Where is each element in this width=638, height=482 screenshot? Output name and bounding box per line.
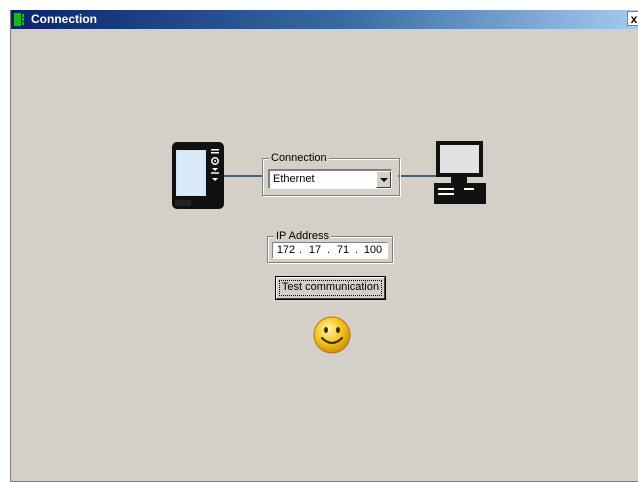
computer-icon <box>434 141 486 204</box>
test-communication-button[interactable]: Test communication <box>275 276 386 300</box>
chevron-down-icon <box>380 178 388 182</box>
link-line-left <box>224 175 262 177</box>
handheld-device-icon <box>172 142 224 209</box>
ip-address-group: IP Address 172 . 17 . 71 . 100 <box>267 229 393 263</box>
link-line-right <box>398 175 436 177</box>
ip-separator: . <box>355 244 359 256</box>
ip-octet-1[interactable]: 172 <box>275 244 297 257</box>
ip-octet-4[interactable]: 100 <box>361 244 385 257</box>
connection-type-select[interactable]: Ethernet <box>268 169 392 189</box>
ip-octet-3[interactable]: 71 <box>333 244 353 257</box>
app-icon <box>14 13 25 26</box>
test-communication-label: Test communication <box>281 281 380 293</box>
ip-separator: . <box>299 244 303 256</box>
ip-separator: . <box>327 244 331 256</box>
dropdown-button[interactable] <box>376 171 391 188</box>
connection-legend: Connection <box>269 151 329 165</box>
close-button[interactable]: x <box>627 11 638 26</box>
connection-window: Connection x Connection Ethernet IP Addr… <box>10 10 638 482</box>
ip-octet-2[interactable]: 17 <box>305 244 325 257</box>
title-bar[interactable]: Connection x <box>11 10 638 29</box>
connection-group: Connection Ethernet <box>262 151 400 196</box>
ip-address-legend: IP Address <box>274 229 331 243</box>
ip-address-field[interactable]: 172 . 17 . 71 . 100 <box>272 242 388 259</box>
connection-type-value: Ethernet <box>273 173 315 185</box>
smiley-icon <box>313 316 351 354</box>
window-title: Connection <box>31 12 97 26</box>
